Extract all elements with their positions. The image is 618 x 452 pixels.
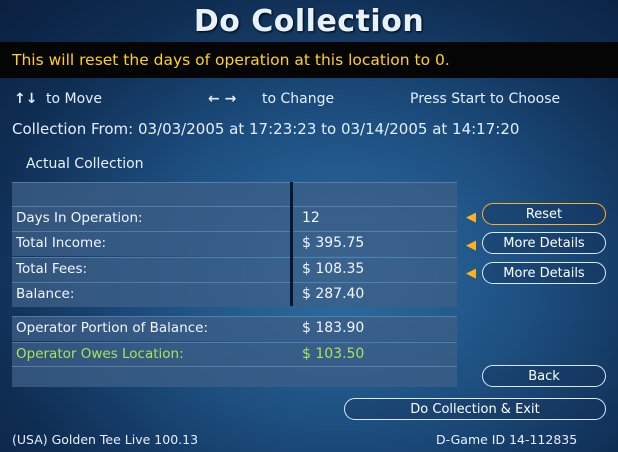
arrow-icon: ◀ [466, 266, 476, 281]
row-label: Operator Portion of Balance: [16, 320, 209, 336]
do-collection-exit-button[interactable]: Do Collection & Exit [344, 398, 606, 420]
more-details-fees-button[interactable]: More Details [482, 262, 606, 284]
more-details-income-button[interactable]: More Details [482, 232, 606, 254]
move-hint-label: to Move [46, 91, 103, 107]
table-row-balance: Balance: $ 287.40 [12, 282, 457, 307]
change-hint-label: to Change [262, 91, 335, 107]
collection-date-range: Collection From: 03/03/2005 at 17:23:23 … [12, 120, 520, 138]
selection-arrow-icon: ◀ [466, 210, 476, 225]
back-button[interactable]: Back [482, 365, 606, 387]
actual-collection-label: Actual Collection [26, 156, 144, 172]
row-label: Total Fees: [16, 261, 88, 277]
table-row-blank [12, 366, 457, 387]
row-value: $ 103.50 [302, 346, 365, 362]
info-banner: This will reset the days of operation at… [0, 42, 618, 78]
table-row-operator-owes-location: Operator Owes Location: $ 103.50 [12, 342, 457, 367]
reset-button[interactable]: Reset [482, 203, 606, 225]
row-value: $ 183.90 [302, 320, 365, 336]
table-row-header [12, 182, 457, 207]
arrow-icon: ◀ [466, 238, 476, 253]
game-version: (USA) Golden Tee Live 100.13 [12, 432, 199, 447]
page-title: Do Collection [193, 4, 425, 39]
row-value: $ 287.40 [302, 286, 365, 302]
row-value: $ 108.35 [302, 261, 365, 277]
table-row-operator-portion: Operator Portion of Balance: $ 183.90 [12, 316, 457, 341]
table-row-total-fees[interactable]: Total Fees: $ 108.35 [12, 257, 457, 282]
game-id: D-Game ID 14-112835 [436, 432, 578, 447]
row-label: Operator Owes Location: [16, 346, 184, 362]
start-hint-label: Press Start to Choose [410, 91, 561, 107]
row-value: $ 395.75 [302, 235, 365, 251]
table-row-total-income[interactable]: Total Income: $ 395.75 [12, 231, 457, 256]
row-label: Total Income: [16, 235, 107, 251]
up-down-arrows-icon: ↑↓ [14, 91, 38, 107]
row-label: Days In Operation: [16, 210, 143, 226]
row-value: 12 [302, 210, 320, 226]
controls-hint: ↑↓ to Move ← → to Change Press Start to … [0, 91, 618, 113]
table-row-days-in-operation[interactable]: Days In Operation: 12 [12, 206, 457, 231]
column-divider [290, 182, 293, 306]
row-label: Balance: [16, 286, 75, 302]
left-right-arrows-icon: ← → [208, 91, 237, 107]
